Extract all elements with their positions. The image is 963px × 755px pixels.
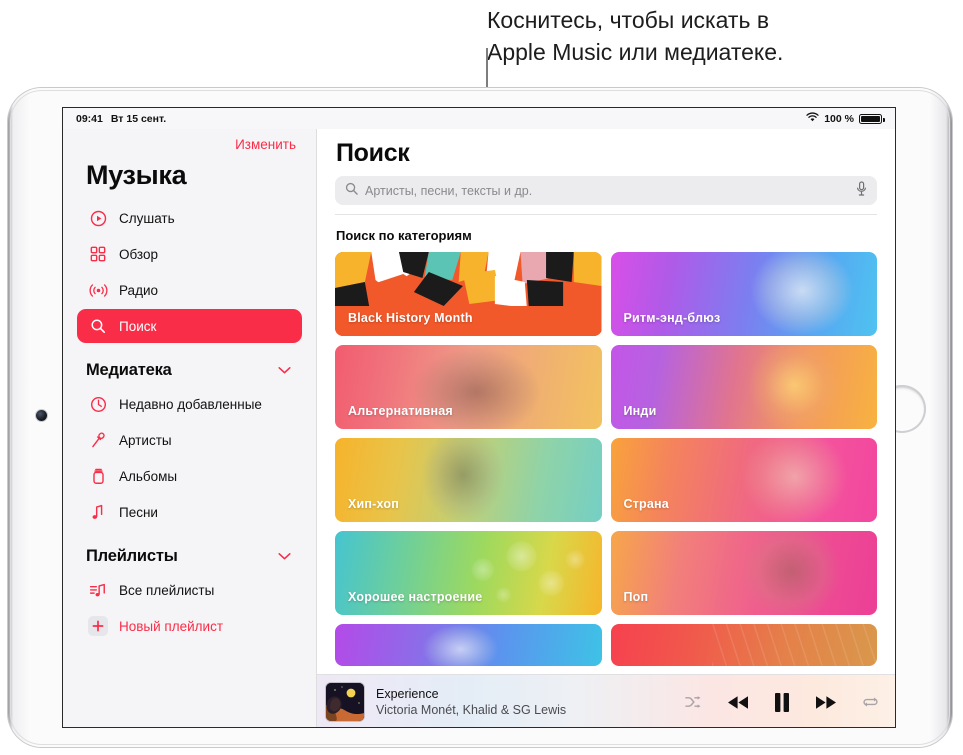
battery-icon bbox=[859, 113, 885, 124]
sidebar-item-label: Слушать bbox=[119, 210, 175, 226]
playlists-section-header[interactable]: Плейлисты bbox=[77, 531, 302, 573]
playlists-section-title: Плейлисты bbox=[86, 547, 178, 565]
search-icon bbox=[345, 182, 358, 200]
microphone-icon bbox=[88, 430, 108, 450]
browse-grid-icon bbox=[88, 244, 108, 264]
tile-label: Хорошее настроение bbox=[348, 590, 483, 604]
clock-icon bbox=[88, 394, 108, 414]
wifi-icon bbox=[806, 112, 819, 125]
app-body: Изменить Музыка Слушать Обзор Радио Поис… bbox=[63, 129, 895, 727]
category-tile-pop[interactable]: Поп bbox=[610, 531, 877, 615]
category-tile-rnb[interactable]: Ритм-энд-блюз bbox=[610, 252, 877, 336]
library-section-title: Медиатека bbox=[86, 361, 172, 379]
sidebar-item-new-playlist[interactable]: Новый плейлист bbox=[77, 609, 302, 643]
sidebar-item-label: Песни bbox=[119, 504, 158, 520]
tile-artist-photo bbox=[733, 438, 856, 522]
category-tile-black-history-month[interactable]: Black History Month bbox=[335, 252, 602, 336]
sidebar-item-recently-added[interactable]: Недавно добавленные bbox=[77, 387, 302, 421]
front-camera-icon bbox=[36, 410, 47, 421]
tile-label bbox=[611, 655, 624, 666]
sidebar-item-label: Новый плейлист bbox=[119, 618, 224, 634]
previous-button[interactable] bbox=[727, 695, 749, 710]
category-tile-partial-right[interactable] bbox=[610, 624, 877, 666]
tile-artist-photo bbox=[733, 531, 851, 615]
chevron-down-icon[interactable] bbox=[278, 548, 291, 566]
tile-label: Хип-хоп bbox=[348, 497, 399, 511]
tile-artist-photo bbox=[738, 252, 862, 336]
category-tile-hip-hop[interactable]: Хип-хоп bbox=[335, 438, 602, 522]
tile-line-graphic bbox=[711, 624, 877, 666]
album-artwork[interactable] bbox=[326, 683, 364, 721]
sidebar-item-listen-now[interactable]: Слушать bbox=[77, 201, 302, 235]
category-tile-feel-good[interactable]: Хорошее настроение bbox=[335, 531, 602, 615]
tile-label bbox=[335, 655, 348, 666]
screenshot-root: Коснитесь, чтобы искать в Apple Music ил… bbox=[0, 0, 963, 755]
listen-now-icon bbox=[88, 208, 108, 228]
status-bar-left: 09:41 Вт 15 сент. bbox=[76, 113, 166, 125]
radio-broadcast-icon bbox=[88, 280, 108, 300]
callout-text: Коснитесь, чтобы искать в Apple Music ил… bbox=[487, 7, 784, 65]
sidebar-item-radio[interactable]: Радио bbox=[77, 273, 302, 307]
sidebar-item-label: Недавно добавленные bbox=[119, 396, 262, 412]
sidebar-item-search[interactable]: Поиск bbox=[77, 309, 302, 343]
sidebar-item-browse[interactable]: Обзор bbox=[77, 237, 302, 271]
track-artist: Victoria Monét, Khalid & SG Lewis bbox=[376, 703, 567, 717]
tile-label: Альтернативная bbox=[348, 404, 453, 418]
now-playing-track-info: Experience Victoria Monét, Khalid & SG L… bbox=[376, 686, 566, 719]
status-bar-right: 100 % bbox=[806, 112, 885, 125]
sidebar-item-songs[interactable]: Песни bbox=[77, 495, 302, 529]
plus-icon bbox=[88, 616, 108, 636]
tile-label: Ритм-энд-блюз bbox=[623, 311, 721, 325]
tile-label: Страна bbox=[623, 497, 669, 511]
sidebar-item-label: Обзор bbox=[119, 246, 158, 262]
play-pause-button[interactable] bbox=[774, 692, 790, 712]
tile-label: Инди bbox=[623, 404, 657, 418]
page-title: Поиск bbox=[336, 139, 410, 167]
categories-heading: Поиск по категориям bbox=[336, 228, 472, 243]
status-bar: 09:41 Вт 15 сент. 100 % bbox=[63, 108, 895, 129]
now-playing-bar[interactable]: Experience Victoria Monét, Khalid & SG L… bbox=[317, 674, 895, 727]
chevron-down-icon[interactable] bbox=[278, 362, 291, 380]
tile-artist-photo bbox=[738, 345, 851, 429]
library-section-header[interactable]: Медиатека bbox=[77, 345, 302, 387]
battery-percent-label: 100 % bbox=[824, 112, 854, 125]
category-grid: Black History Month Ритм-энд-блюз Альтер… bbox=[335, 252, 877, 666]
next-button[interactable] bbox=[815, 695, 837, 710]
tile-artist-photo bbox=[414, 624, 506, 666]
sidebar-item-label: Радио bbox=[119, 282, 158, 298]
album-icon bbox=[88, 466, 108, 486]
category-tile-country[interactable]: Страна bbox=[610, 438, 877, 522]
sidebar-item-label: Артисты bbox=[119, 432, 172, 448]
category-tile-partial-left[interactable] bbox=[335, 624, 602, 666]
status-time: 09:41 bbox=[76, 112, 103, 125]
playlist-icon bbox=[88, 580, 108, 600]
status-date: Вт 15 сент. bbox=[110, 112, 167, 125]
sidebar-item-label: Все плейлисты bbox=[119, 582, 215, 598]
repeat-button[interactable] bbox=[862, 695, 879, 709]
sidebar-title: Музыка bbox=[86, 160, 187, 190]
shuffle-button[interactable] bbox=[685, 695, 702, 709]
tile-label: Black History Month bbox=[348, 311, 473, 325]
sidebar-item-label: Поиск bbox=[119, 318, 157, 334]
sidebar-item-label: Альбомы bbox=[119, 468, 178, 484]
category-tile-indie[interactable]: Инди bbox=[610, 345, 877, 429]
edit-button[interactable]: Изменить bbox=[77, 129, 302, 152]
ipad-screen: 09:41 Вт 15 сент. 100 % Изменить Музыка … bbox=[62, 107, 896, 728]
ipad-device-frame: 09:41 Вт 15 сент. 100 % Изменить Музыка … bbox=[8, 88, 952, 747]
sidebar-item-all-playlists[interactable]: Все плейлисты bbox=[77, 573, 302, 607]
sidebar: Изменить Музыка Слушать Обзор Радио Поис… bbox=[63, 129, 317, 727]
search-field[interactable]: Артисты, песни, тексты и др. bbox=[335, 176, 877, 205]
tile-artist-photo bbox=[414, 438, 511, 522]
sidebar-item-albums[interactable]: Альбомы bbox=[77, 459, 302, 493]
sidebar-item-artists[interactable]: Артисты bbox=[77, 423, 302, 457]
playback-controls bbox=[685, 692, 879, 712]
category-tile-alternative[interactable]: Альтернативная bbox=[335, 345, 602, 429]
track-title: Experience bbox=[376, 686, 439, 701]
main-content: Поиск Артисты, песни, тексты и др. Поиск… bbox=[317, 129, 895, 727]
search-input-placeholder[interactable]: Артисты, песни, тексты и др. bbox=[365, 184, 532, 198]
tile-label: Поп bbox=[623, 590, 649, 604]
microphone-icon[interactable] bbox=[856, 180, 867, 201]
music-note-icon bbox=[88, 502, 108, 522]
search-icon bbox=[88, 316, 108, 336]
